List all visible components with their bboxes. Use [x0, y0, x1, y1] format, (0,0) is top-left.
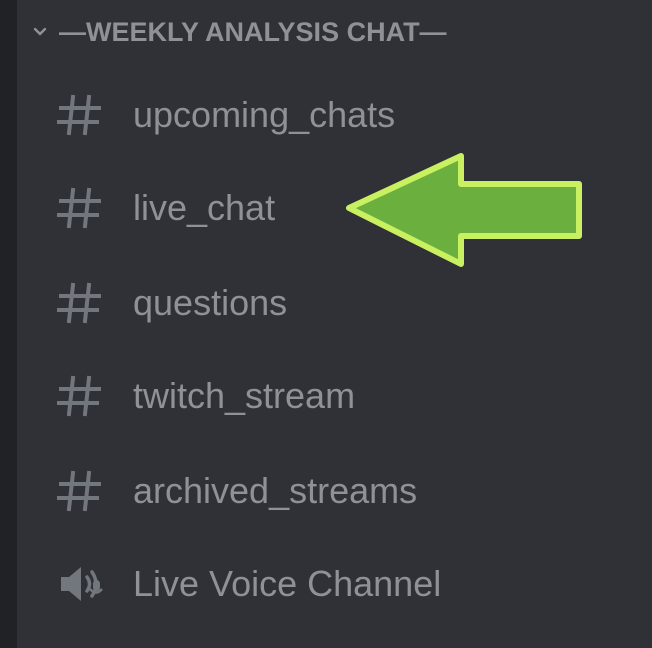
channel-name: live_chat: [133, 187, 276, 228]
channel-live-voice[interactable]: Live Voice Channel: [57, 551, 577, 617]
hash-icon: [57, 281, 113, 325]
channel-name: upcoming_chats: [133, 94, 396, 135]
channel-name: questions: [133, 282, 288, 323]
hash-icon: [57, 374, 113, 418]
channel-name: twitch_stream: [133, 375, 356, 416]
channel-twitch-stream[interactable]: twitch_stream: [57, 363, 577, 429]
hash-icon: [57, 469, 113, 513]
channel-questions[interactable]: questions: [57, 270, 577, 336]
hash-icon: [57, 93, 113, 137]
channel-archived-streams[interactable]: archived_streams: [57, 458, 577, 524]
arrow-left-icon: [343, 150, 589, 279]
chevron-down-icon: [29, 21, 51, 43]
hash-icon: [57, 186, 113, 230]
category-label: —WEEKLY ANALYSIS CHAT—: [59, 16, 447, 47]
channel-sidebar: —WEEKLY ANALYSIS CHAT— upcoming_chats li…: [17, 0, 652, 648]
speaker-icon: [57, 562, 113, 606]
category-weekly-analysis-chat[interactable]: —WEEKLY ANALYSIS CHAT—: [29, 12, 447, 52]
channel-name: archived_streams: [133, 470, 418, 511]
channel-upcoming-chats[interactable]: upcoming_chats: [57, 82, 577, 148]
channel-name: Live Voice Channel: [133, 563, 442, 604]
server-list-edge: [0, 0, 17, 648]
